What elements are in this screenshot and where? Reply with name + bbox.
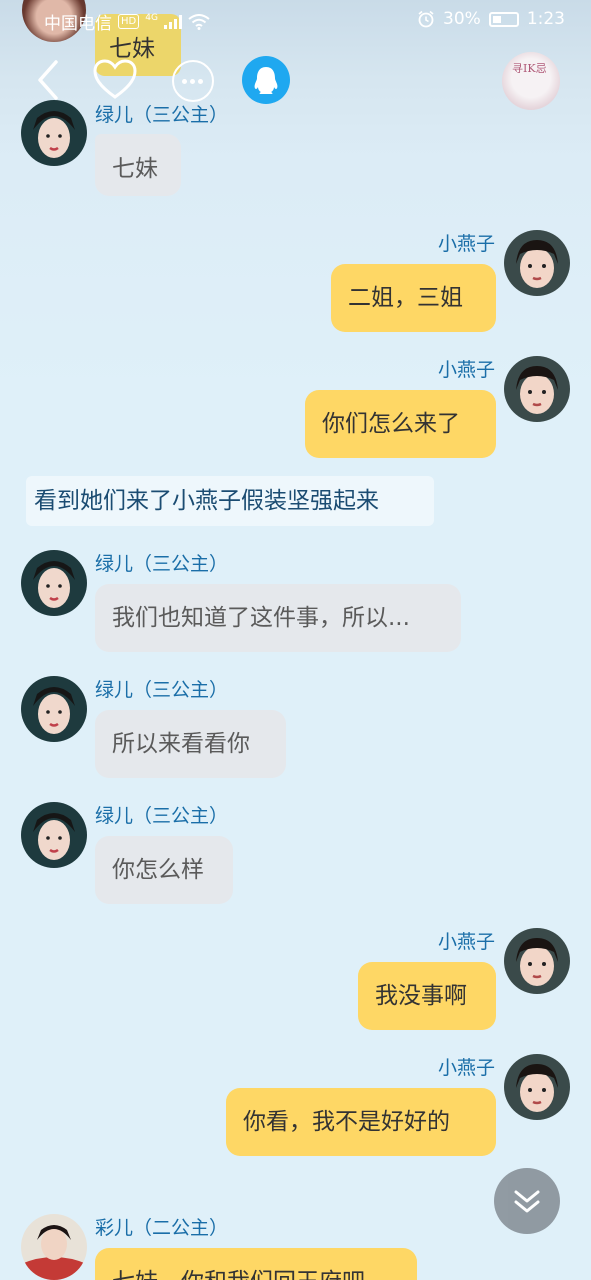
- signal-icon: [163, 14, 182, 29]
- double-chevron-down-icon: [514, 1190, 540, 1213]
- message-bubble[interactable]: 你们怎么来了: [305, 390, 496, 458]
- sender-name: 小燕子: [437, 1057, 495, 1079]
- avatar-lv-er[interactable]: [21, 802, 87, 868]
- avatar-xiao-yan-zi[interactable]: [504, 928, 570, 994]
- avatar-xiao-yan-zi[interactable]: [504, 1054, 570, 1120]
- avatar-lv-er[interactable]: [21, 550, 87, 616]
- sender-name: 小燕子: [437, 359, 495, 381]
- alarm-icon: [418, 10, 434, 28]
- favorite-button[interactable]: [92, 58, 138, 102]
- avatar-cai-er[interactable]: [21, 1214, 87, 1280]
- message-bubble[interactable]: 你怎么样: [95, 836, 233, 904]
- battery-percent: 30%: [443, 9, 481, 29]
- scroll-to-bottom-button[interactable]: [494, 1168, 560, 1234]
- message-bubble[interactable]: 你看，我不是好好的: [226, 1088, 496, 1156]
- sender-name: 绿儿（三公主）: [95, 553, 229, 575]
- battery-icon: [488, 11, 519, 27]
- message-bubble[interactable]: 所以来看看你: [95, 710, 286, 778]
- message-bubble[interactable]: 七妹，你和我们回王府吧: [95, 1248, 417, 1280]
- sender-name: 小燕子: [437, 931, 495, 953]
- sender-name: 绿儿（三公主）: [95, 805, 229, 827]
- message-bubble[interactable]: 七妹: [95, 134, 181, 196]
- avatar-xiao-yan-zi[interactable]: [504, 230, 570, 296]
- group-avatar[interactable]: 寻IK忌: [502, 52, 560, 110]
- qq-button[interactable]: [242, 56, 290, 104]
- more-button[interactable]: [172, 60, 214, 102]
- message-bubble[interactable]: 二姐，三姐: [331, 264, 496, 332]
- heart-icon: [93, 59, 137, 99]
- wifi-icon: [188, 13, 210, 30]
- hd-badge: HD: [118, 14, 140, 29]
- sender-name: 彩儿（二公主）: [95, 1217, 229, 1239]
- network-label: 4G: [145, 12, 158, 23]
- back-button[interactable]: [32, 58, 66, 102]
- narration-text: 看到她们来了小燕子假装坚强起来: [26, 476, 434, 526]
- more-dots-icon: [182, 79, 187, 84]
- group-avatar-text: 寻IK忌: [512, 62, 547, 75]
- clock: 1:23: [526, 9, 565, 29]
- avatar-xiao-yan-zi[interactable]: [504, 356, 570, 422]
- sender-name: 绿儿（三公主）: [95, 679, 229, 701]
- message-bubble[interactable]: 我们也知道了这件事，所以...: [95, 584, 461, 652]
- status-bar: 中国电信 HD 4G 30% 1:23: [0, 0, 591, 40]
- avatar-lv-er[interactable]: [21, 676, 87, 742]
- qq-penguin-icon: [254, 67, 278, 94]
- chevron-left-icon: [38, 60, 58, 100]
- avatar-lv-er[interactable]: [21, 100, 87, 166]
- sender-name: 绿儿（三公主）: [95, 104, 229, 126]
- message-bubble[interactable]: 我没事啊: [358, 962, 496, 1030]
- sender-name: 小燕子: [437, 233, 495, 255]
- carrier-label: 中国电信: [44, 14, 112, 34]
